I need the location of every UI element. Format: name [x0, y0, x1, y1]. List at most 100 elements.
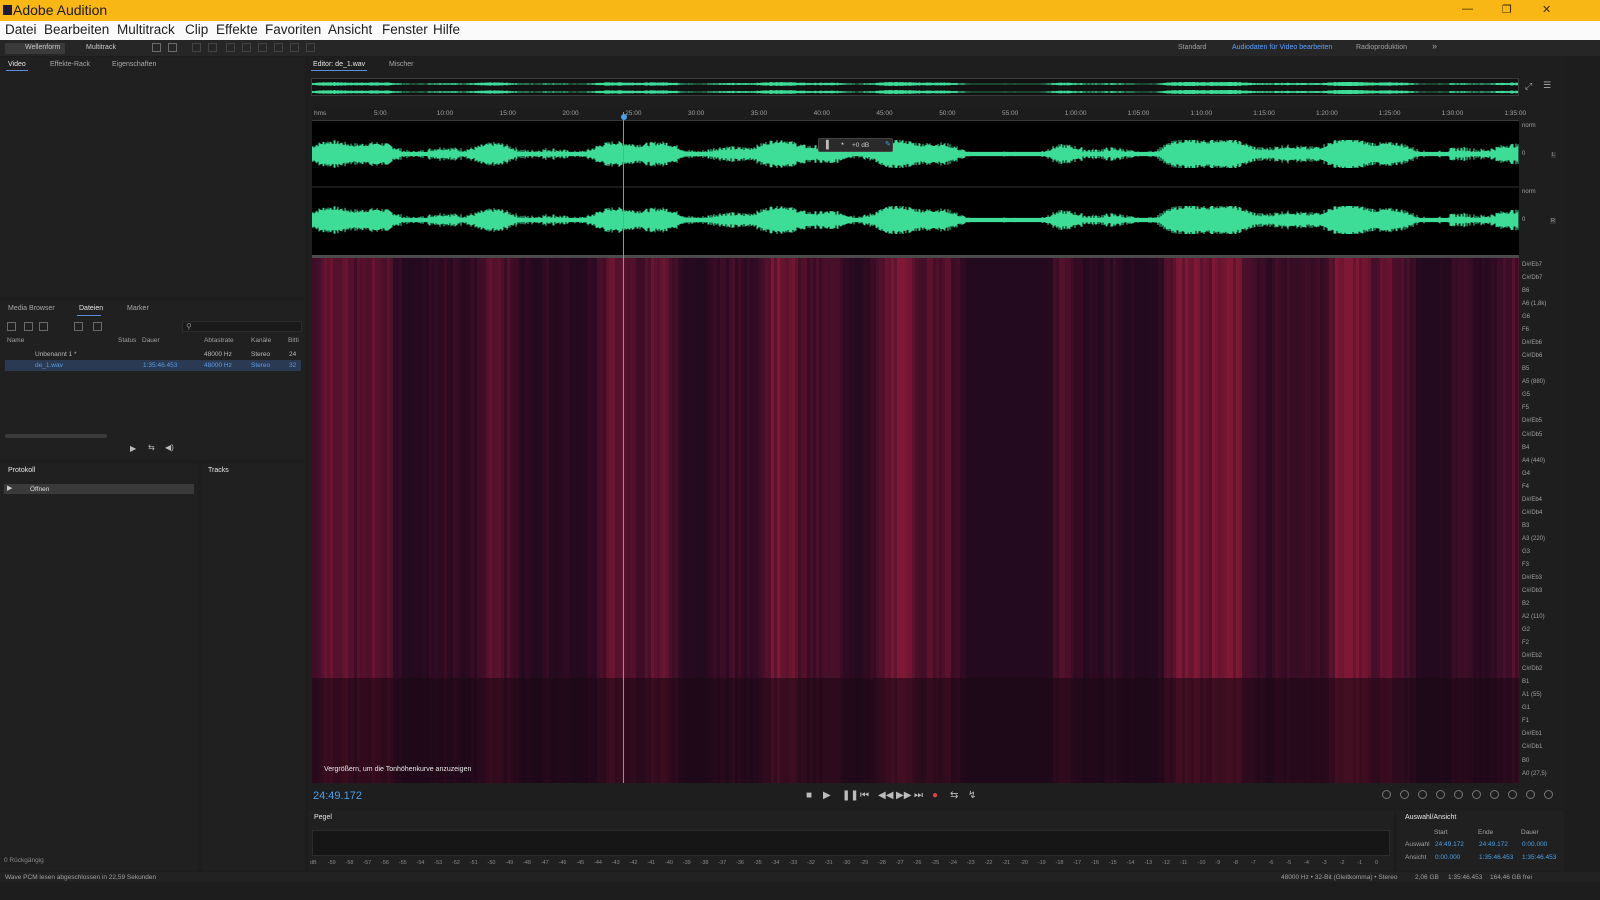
zoom-out-time-icon[interactable] — [1436, 790, 1445, 799]
workspace-video[interactable]: Audiodaten für Video bearbeiten — [1232, 44, 1332, 51]
zoom-out-amplitude-icon[interactable] — [1400, 790, 1409, 799]
tab-editor[interactable]: Editor: de_1.wav — [313, 61, 365, 68]
slip-tool-icon[interactable] — [226, 43, 235, 52]
pitch-label: F6 — [1522, 327, 1530, 334]
preview-volume-icon[interactable]: ◀) — [165, 443, 174, 452]
tab-video[interactable]: Video — [8, 61, 26, 68]
rewind-button[interactable]: ◀◀ — [878, 790, 893, 801]
menu-hilfe[interactable]: Hilfe — [433, 22, 460, 37]
delete-icon[interactable] — [93, 322, 102, 331]
channel-l-button[interactable]: L — [1551, 152, 1557, 158]
time-selection-tool-icon[interactable] — [242, 43, 251, 52]
selection-end[interactable]: 24:49.172 — [1479, 841, 1508, 848]
tab-files[interactable]: Dateien — [79, 305, 103, 312]
zoom-in-left-icon[interactable] — [1454, 790, 1463, 799]
insert-into-multitrack-icon[interactable] — [74, 322, 83, 331]
preview-play-icon[interactable]: ▶ — [130, 444, 136, 453]
tab-marker[interactable]: Marker — [127, 305, 149, 312]
channel-r-button[interactable]: R — [1550, 218, 1556, 224]
zoom-to-fit-icon[interactable]: ⤢ — [1525, 81, 1532, 92]
selection-start[interactable]: 24:49.172 — [1435, 841, 1464, 848]
menu-datei[interactable]: Datei — [5, 22, 37, 37]
menu-bearbeiten[interactable]: Bearbeiten — [44, 22, 109, 37]
close-button[interactable]: ✕ — [1542, 3, 1551, 16]
go-to-end-button[interactable]: ⏭ — [914, 790, 923, 801]
files-scrollbar[interactable] — [5, 434, 107, 438]
lasso-tool-icon[interactable] — [274, 43, 283, 52]
more-workspaces-button[interactable]: » — [1432, 41, 1437, 51]
overview-bar[interactable] — [311, 78, 1519, 96]
menu-fenster[interactable]: Fenster — [382, 22, 428, 37]
minimize-button[interactable]: — — [1462, 3, 1473, 15]
hud-volume-control[interactable]: ▐ ◔ +0 dB ✎ — [818, 138, 893, 152]
playhead-handle[interactable] — [621, 114, 627, 120]
pause-button[interactable]: ❚❚ — [842, 790, 859, 801]
tab-level-meter[interactable]: Pegel — [314, 814, 332, 821]
move-tool-icon[interactable] — [192, 43, 201, 52]
view-duration[interactable]: 1:35:46.453 — [1522, 854, 1556, 861]
hud-knob-icon[interactable]: ◔ — [839, 139, 844, 149]
view-end[interactable]: 1:35:46.453 — [1479, 854, 1513, 861]
selection-duration[interactable]: 0:00.000 — [1522, 841, 1547, 848]
file-row-selected[interactable]: de_1.wav 1:35:46.453 48000 Hz Stereo 32 — [5, 360, 301, 371]
menu-multitrack[interactable]: Multitrack — [117, 22, 175, 37]
history-item[interactable]: ▶ Öffnen — [4, 484, 194, 494]
zoom-in-amplitude-icon[interactable] — [1382, 790, 1391, 799]
tab-media-browser[interactable]: Media Browser — [8, 305, 55, 312]
brush-tool-icon[interactable] — [290, 43, 299, 52]
zoom-selection-icon[interactable] — [1490, 790, 1499, 799]
skip-selection-button[interactable]: ↯ — [968, 790, 976, 801]
col-status[interactable]: Status — [118, 337, 136, 344]
current-time-display[interactable]: 24:49.172 — [313, 790, 362, 802]
loop-button[interactable]: ⇆ — [950, 790, 958, 801]
razor-tool-icon[interactable] — [208, 43, 217, 52]
new-file-icon[interactable] — [39, 322, 48, 331]
preview-loop-icon[interactable]: ⇆ — [148, 443, 155, 452]
zoom-reset-icon[interactable] — [1526, 790, 1535, 799]
zoom-in-time-icon[interactable] — [1418, 790, 1427, 799]
healing-tool-icon[interactable] — [306, 43, 315, 52]
col-name[interactable]: Name — [7, 337, 24, 344]
col-rate[interactable]: Abtastrate — [204, 337, 234, 344]
open-file-icon[interactable] — [7, 322, 16, 331]
stop-button[interactable]: ■ — [806, 790, 812, 801]
hud-pin-icon[interactable]: ✎ — [885, 140, 891, 148]
spectral-view-icon[interactable] — [152, 43, 161, 52]
menu-ansicht[interactable]: Ansicht — [328, 22, 372, 37]
menu-favoriten[interactable]: Favoriten — [265, 22, 321, 37]
tab-tracks[interactable]: Tracks — [208, 467, 229, 474]
spectral-pitch-display[interactable] — [312, 258, 1521, 783]
menu-effekte[interactable]: Effekte — [216, 22, 258, 37]
tab-effects-rack[interactable]: Effekte-Rack — [50, 61, 90, 68]
multitrack-view-button[interactable]: Multitrack — [70, 43, 130, 54]
record-button[interactable]: ● — [932, 790, 938, 801]
play-button[interactable]: ▶ — [823, 790, 831, 801]
fast-forward-button[interactable]: ▶▶ — [896, 790, 911, 801]
marquee-tool-icon[interactable] — [258, 43, 267, 52]
workspace-radio[interactable]: Radioproduktion — [1356, 44, 1407, 51]
tab-selection-view[interactable]: Auswahl/Ansicht — [1405, 814, 1456, 821]
tab-history[interactable]: Protokoll — [8, 467, 35, 474]
waveform-display[interactable] — [311, 121, 1519, 255]
menu-clip[interactable]: Clip — [185, 22, 208, 37]
zoom-out-full-icon[interactable] — [1508, 790, 1517, 799]
tab-properties[interactable]: Eigenschaften — [112, 61, 156, 68]
import-file-icon[interactable] — [24, 322, 33, 331]
go-to-start-button[interactable]: ⏮ — [860, 790, 869, 801]
col-channels[interactable]: Kanäle — [251, 337, 271, 344]
waveform-view-button[interactable]: Wellenform — [5, 43, 65, 54]
tab-mixer[interactable]: Mischer — [389, 61, 414, 68]
file-row[interactable]: Unbenannt 1 * 48000 Hz Stereo 24 — [5, 349, 301, 360]
workspace-standard[interactable]: Standard — [1178, 44, 1206, 51]
zoom-in-right-icon[interactable] — [1472, 790, 1481, 799]
zoom-extra-icon[interactable] — [1544, 790, 1553, 799]
maximize-button[interactable]: ❐ — [1502, 3, 1512, 16]
time-ruler[interactable]: hms 5:00 10:00 15:00 20:00 25:00 30:00 35:00 40:… — [312, 108, 1526, 121]
pitch-view-icon[interactable] — [168, 43, 177, 52]
col-duration[interactable]: Dauer — [142, 337, 160, 344]
file-search-input[interactable]: ⚲ — [182, 321, 302, 332]
panel-menu-icon[interactable]: ☰ — [1543, 80, 1551, 91]
view-start[interactable]: 0:00.000 — [1435, 854, 1460, 861]
col-bits[interactable]: Bitti — [288, 337, 299, 344]
playhead-line[interactable] — [623, 112, 624, 783]
